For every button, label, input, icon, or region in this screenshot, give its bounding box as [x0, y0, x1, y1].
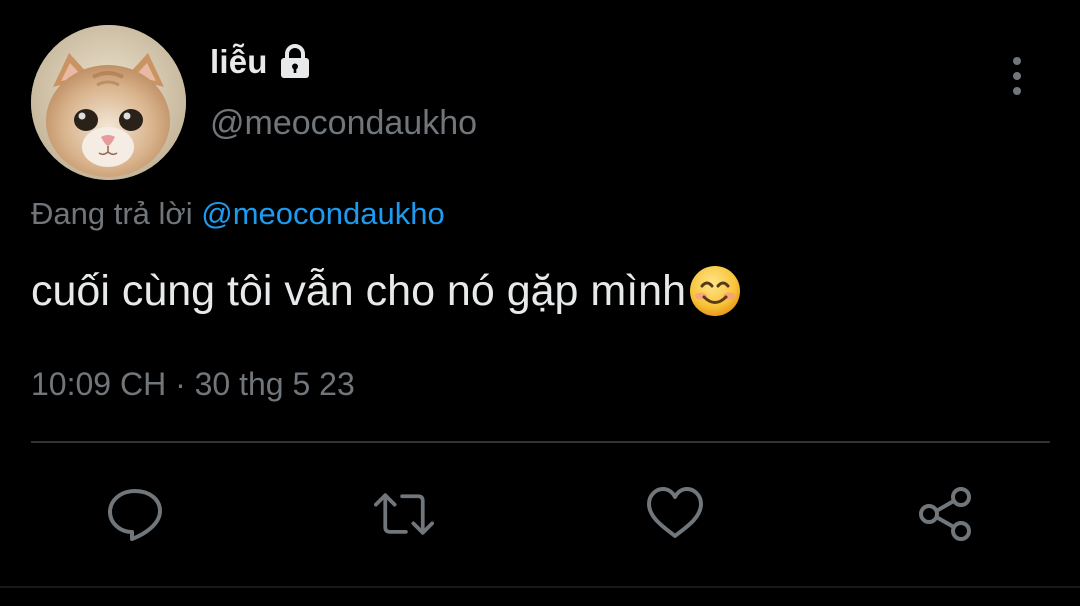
share-icon [919, 487, 971, 541]
retweet-icon [374, 493, 434, 535]
tweet-timestamp[interactable]: 10:09 CH · 30 thg 5 23 [31, 366, 355, 403]
retweet-button[interactable] [374, 484, 434, 544]
tweet-detail: liễu @meocondaukho Đang trả lời @meocond… [0, 0, 1080, 606]
author-name-row: liễu [210, 40, 314, 84]
bottom-divider [0, 586, 1080, 588]
more-vertical-icon [1013, 57, 1021, 95]
like-icon [647, 487, 703, 538]
reply-context-prefix: Đang trả lời [31, 196, 193, 231]
avatar[interactable] [31, 25, 186, 180]
reply-button[interactable] [105, 484, 165, 544]
reply-icon [108, 489, 162, 541]
divider [31, 441, 1050, 443]
author-display-name[interactable]: liễu [210, 43, 268, 81]
smiling-face-emoji-icon [688, 264, 742, 318]
like-button[interactable] [645, 484, 705, 544]
cat-avatar-image [31, 25, 186, 180]
share-button[interactable] [915, 484, 975, 544]
more-options-button[interactable] [996, 54, 1038, 98]
reply-mention-link[interactable]: @meocondaukho [201, 196, 444, 231]
author-handle[interactable]: @meocondaukho [210, 104, 477, 143]
reply-context: Đang trả lời @meocondaukho [31, 196, 445, 232]
tweet-text-content: cuối cùng tôi vẫn cho nó gặp mình [31, 266, 686, 315]
lock-icon [276, 43, 314, 81]
tweet-text: cuối cùng tôi vẫn cho nó gặp mình [31, 264, 742, 318]
